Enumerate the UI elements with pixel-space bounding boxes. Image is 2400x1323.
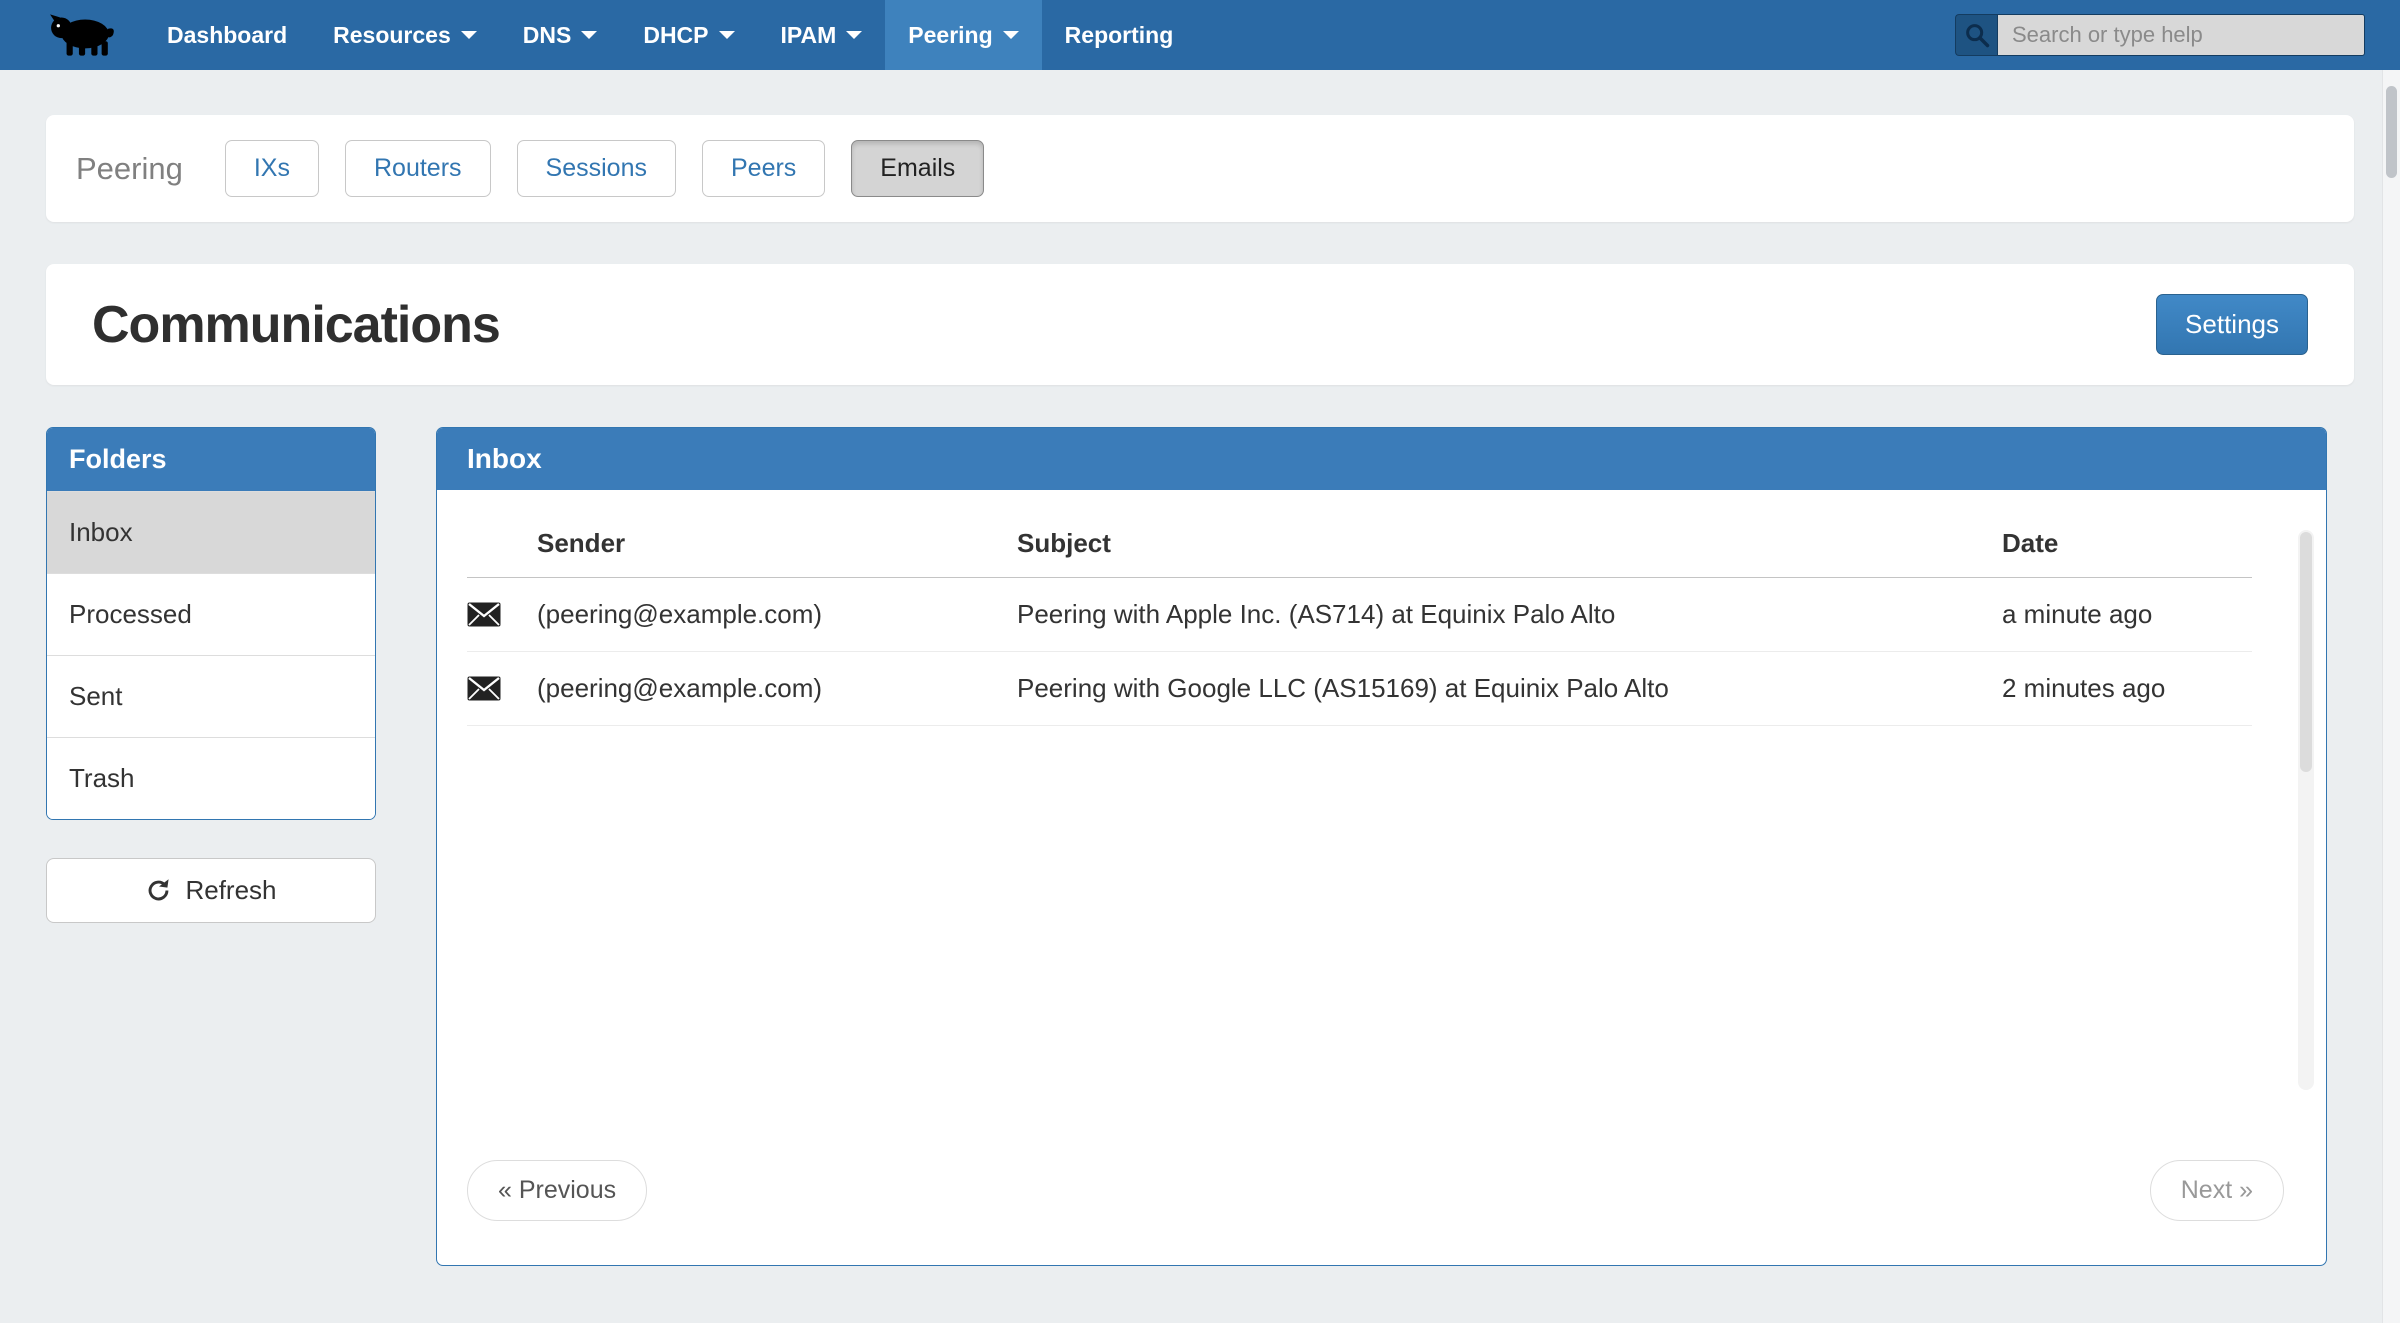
page-scrollbar-track[interactable] [2382,70,2400,1323]
communications-header-panel: Communications Settings [46,264,2354,385]
nav-item-dhcp[interactable]: DHCP [620,0,757,70]
envelope-icon [467,676,537,701]
spacer [467,726,2296,1160]
global-search [1955,14,2365,56]
envelope-icon [467,602,537,627]
settings-button[interactable]: Settings [2156,294,2308,355]
inbox-panel: Inbox Sender Subject Date [436,427,2327,1266]
content-row: Folders Inbox Processed Sent Trash Refre… [46,427,2354,1266]
top-navbar: Dashboard Resources DNS DHCP IPAM Peerin… [0,0,2400,70]
mail-table: Sender Subject Date (peering@examp [467,516,2296,726]
nav-label: Dashboard [167,22,287,49]
refresh-label: Refresh [185,875,276,906]
subnav-title: Peering [76,151,183,187]
chevron-down-icon [719,31,735,39]
search-input[interactable] [1997,14,2365,56]
inbox-scrollbar-track[interactable] [2298,530,2314,1090]
nav-label: IPAM [781,22,837,49]
folders-column: Folders Inbox Processed Sent Trash Refre… [46,427,376,923]
nav-item-ipam[interactable]: IPAM [758,0,886,70]
column-header-subject: Subject [1017,528,2002,559]
app-logo-icon [48,12,114,58]
nav-label: DHCP [643,22,708,49]
tab-routers[interactable]: Routers [345,140,491,197]
nav-item-dashboard[interactable]: Dashboard [144,0,310,70]
refresh-icon [145,877,172,904]
main-menu: Dashboard Resources DNS DHCP IPAM Peerin… [144,0,1196,70]
page-title: Communications [92,295,500,355]
previous-page-button[interactable]: « Previous [467,1160,647,1221]
mail-sender: (peering@example.com) [537,599,1017,630]
chevron-down-icon [461,31,477,39]
page-scrollbar-thumb[interactable] [2386,86,2397,178]
nav-item-dns[interactable]: DNS [500,0,621,70]
table-row[interactable]: (peering@example.com) Peering with Googl… [467,652,2252,726]
column-header-date: Date [2002,528,2252,559]
nav-item-resources[interactable]: Resources [310,0,500,70]
folder-item-trash[interactable]: Trash [47,737,375,819]
mail-sender: (peering@example.com) [537,673,1017,704]
tab-ixs[interactable]: IXs [225,140,319,197]
tab-peers[interactable]: Peers [702,140,825,197]
nav-item-peering[interactable]: Peering [885,0,1041,70]
search-icon[interactable] [1955,14,1997,56]
mail-subject: Peering with Apple Inc. (AS714) at Equin… [1017,599,2002,630]
folder-item-processed[interactable]: Processed [47,573,375,655]
nav-label: DNS [523,22,572,49]
tab-emails[interactable]: Emails [851,140,984,197]
folder-item-sent[interactable]: Sent [47,655,375,737]
nav-item-reporting[interactable]: Reporting [1042,0,1197,70]
nav-label: Reporting [1065,22,1174,49]
column-header-sender: Sender [537,528,1017,559]
main-content: Peering IXs Routers Sessions Peers Email… [0,115,2400,1266]
mail-table-header: Sender Subject Date [467,516,2252,578]
mail-subject: Peering with Google LLC (AS15169) at Equ… [1017,673,2002,704]
table-row[interactable]: (peering@example.com) Peering with Apple… [467,578,2252,652]
folders-panel-title: Folders [47,428,375,491]
folders-panel: Folders Inbox Processed Sent Trash [46,427,376,820]
chevron-down-icon [581,31,597,39]
refresh-button[interactable]: Refresh [46,858,376,923]
chevron-down-icon [1003,31,1019,39]
peering-subnav-panel: Peering IXs Routers Sessions Peers Email… [46,115,2354,222]
mail-date: 2 minutes ago [2002,673,2252,704]
mail-date: a minute ago [2002,599,2252,630]
tab-sessions[interactable]: Sessions [517,140,676,197]
folder-item-inbox[interactable]: Inbox [47,491,375,573]
nav-label: Resources [333,22,451,49]
pagination: « Previous Next » [467,1160,2296,1221]
nav-label: Peering [908,22,992,49]
chevron-down-icon [846,31,862,39]
inbox-scrollbar-thumb[interactable] [2300,532,2312,772]
inbox-body: Sender Subject Date (peering@examp [437,490,2326,1265]
next-page-button[interactable]: Next » [2150,1160,2284,1221]
inbox-panel-title: Inbox [437,428,2326,490]
